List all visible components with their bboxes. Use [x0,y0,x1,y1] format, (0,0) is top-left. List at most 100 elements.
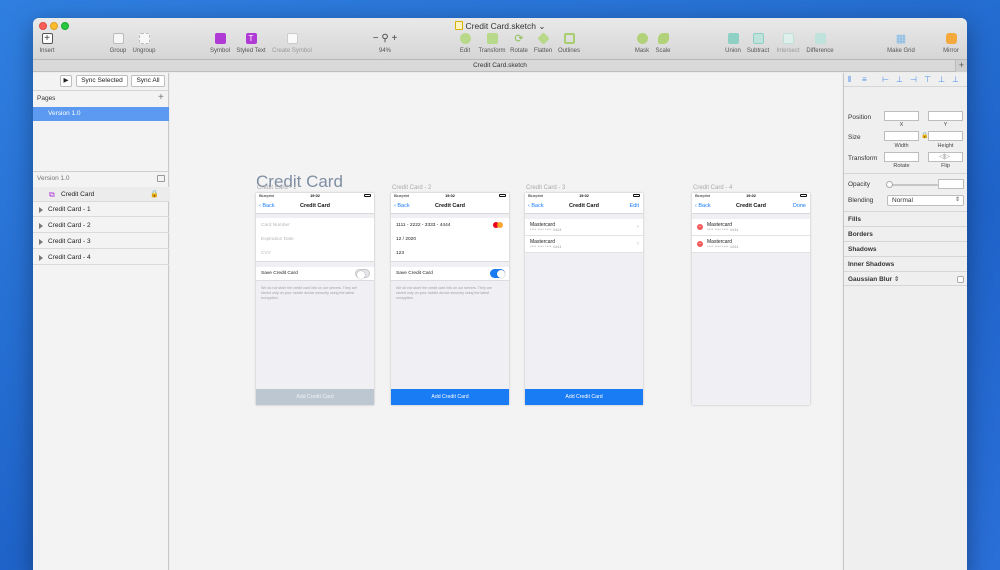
align-center-icon[interactable]: ⊥ [896,75,903,84]
add-credit-card-button[interactable]: Add Credit Card [391,389,509,405]
zoom-in-button[interactable]: + [391,33,397,44]
page-item-version[interactable]: Version 1.0 [33,107,169,121]
rotate-input[interactable] [884,152,919,162]
done-button[interactable]: Done [793,203,806,209]
list-item[interactable]: − Mastercard **** **** **** 4444 [692,219,810,236]
collapse-icon[interactable] [157,175,165,182]
trash-icon[interactable]: − [697,224,703,230]
new-tab-button[interactable]: + [955,60,967,72]
flip-horizontal-icon[interactable]: ◁ [939,154,944,160]
layer-artboard[interactable]: Credit Card - 4 [33,250,169,265]
card-number-field[interactable]: 1111 - 2222 - 3333 - 4444 [396,223,450,228]
canvas[interactable]: Credit Card Credit Card - 1 Blueprint 19:… [170,73,842,570]
add-credit-card-button[interactable]: Add Credit Card [256,389,374,405]
flip-vertical-icon[interactable]: ▷ [945,154,950,160]
edit-button[interactable]: Edit [630,203,639,209]
blur-checkbox[interactable] [957,276,964,283]
align-right-icon[interactable]: ⊣ [910,75,917,84]
document-title[interactable]: Credit Card.sketch ⌄ [33,21,967,32]
list-item[interactable]: − Mastercard **** **** **** 4444 [692,236,810,253]
position-y-input[interactable] [928,111,963,121]
disclosure-triangle-icon[interactable] [39,207,43,213]
flatten-button[interactable]: Flatten [531,32,555,58]
union-button[interactable]: Union [722,32,744,58]
intersect-button[interactable]: Intersect [773,32,803,58]
flatten-icon [531,32,555,46]
transform-button[interactable]: Transform [476,32,508,58]
add-credit-card-button[interactable]: Add Credit Card [525,389,643,405]
align-top-icon[interactable]: ⊤ [924,75,931,84]
height-input[interactable] [928,131,963,141]
align-left-icon[interactable]: ⊢ [882,75,889,84]
align-middle-icon[interactable]: ⊥ [938,75,945,84]
gaussian-blur-section[interactable]: Gaussian Blur ⇕ [844,271,967,286]
titlebar: Credit Card.sketch ⌄ + Insert Group Ungr… [33,18,967,60]
difference-button[interactable]: Difference [803,32,837,58]
sync-selected-button[interactable]: Sync Selected [76,75,128,87]
artboard-credit-card-4[interactable]: Blueprint 19:02 ‹ Back Credit Card Done −… [692,193,810,405]
sketch-doc-icon [454,21,463,30]
make-grid-button[interactable]: ▦ Make Grid [885,32,917,58]
shadows-section[interactable]: Shadows [844,241,967,256]
artboard-label[interactable]: Credit Card - 2 [392,185,431,191]
nav-title: Credit Card [435,203,465,209]
mirror-button[interactable]: Mirror [939,32,963,58]
artboard-credit-card-3[interactable]: Blueprint 19:02 ‹ Back Credit Card Edit M… [525,193,643,405]
expiration-date-field[interactable]: 12 / 2020 [396,237,416,242]
artboard-label[interactable]: Credit Card - 1 [257,185,296,191]
card-form: 1111 - 2222 - 3333 - 4444 12 / 2020 123 [391,218,509,262]
list-item[interactable]: Mastercard **** **** **** 4444 › [525,219,643,236]
flip-buttons[interactable]: ◁|▷ [928,152,963,162]
save-card-toggle[interactable] [355,269,370,279]
cvv-field[interactable]: CVV [261,251,271,256]
styled-text-button[interactable]: T Styled Text [233,32,269,58]
layer-artboard[interactable]: Credit Card - 3 [33,234,169,249]
disclosure-triangle-icon[interactable] [39,223,43,229]
add-page-icon[interactable]: + [158,92,164,103]
artboard-credit-card-2[interactable]: Blueprint 19:02 ‹ Back Credit Card 1111 -… [391,193,509,405]
subtract-button[interactable]: Subtract [744,32,772,58]
document-tab[interactable]: Credit Card.sketch + [33,60,967,72]
zoom-control[interactable]: − ⚲ + 94% [367,32,403,58]
expiration-date-field[interactable]: Expiration Date [261,237,294,242]
rotate-icon: ⟳ [514,33,524,45]
position-x-input[interactable] [884,111,919,121]
inner-shadows-section[interactable]: Inner Shadows [844,256,967,271]
sync-all-button[interactable]: Sync All [131,75,165,87]
align-bottom-icon[interactable]: ⊥ [952,75,959,84]
trash-icon[interactable]: − [697,241,703,247]
width-input[interactable] [884,131,919,141]
group-button[interactable]: Group [107,32,129,58]
artboard-label[interactable]: Credit Card - 4 [693,185,732,191]
layer-artboard[interactable]: Credit Card - 1 [33,202,169,217]
blending-select[interactable]: Normal ⇕ [887,195,964,206]
insert-button[interactable]: + Insert [37,32,57,58]
fills-section[interactable]: Fills [844,211,967,226]
scale-button[interactable]: Scale [653,32,673,58]
borders-section[interactable]: Borders [844,226,967,241]
card-number-field[interactable]: Card Number [261,223,290,228]
artboard-label[interactable]: Credit Card - 3 [526,185,565,191]
opacity-slider[interactable] [886,181,938,188]
save-card-toggle[interactable] [490,269,505,278]
symbol-button[interactable]: Symbol [208,32,232,58]
disclosure-triangle-icon[interactable] [39,255,43,261]
layer-symbol[interactable]: ⧉ Credit Card 🔒 [33,187,169,202]
list-item[interactable]: Mastercard **** **** **** 4444 › [525,236,643,253]
edit-button[interactable]: Edit [455,32,475,58]
disclosure-triangle-icon[interactable] [39,239,43,245]
distribute-horizontal-icon[interactable]: ⫴ [848,75,851,85]
play-button[interactable]: ▶ [60,75,72,87]
opacity-input[interactable] [938,179,964,189]
layer-artboard[interactable]: Credit Card - 2 [33,218,169,233]
ungroup-button[interactable]: Ungroup [130,32,158,58]
create-symbol-button[interactable]: Create Symbol [270,32,314,58]
artboard-credit-card-1[interactable]: Blueprint 19:02 ‹ Back Credit Card Card N… [256,193,374,405]
zoom-out-button[interactable]: − [373,33,379,44]
pages-label: Pages [37,95,56,102]
rotate-button[interactable]: ⟳ Rotate [508,32,530,58]
cvv-field[interactable]: 123 [396,251,404,256]
mask-button[interactable]: Mask [632,32,652,58]
outlines-button[interactable]: Outlines [555,32,583,58]
distribute-vertical-icon[interactable]: ≡ [862,75,867,84]
